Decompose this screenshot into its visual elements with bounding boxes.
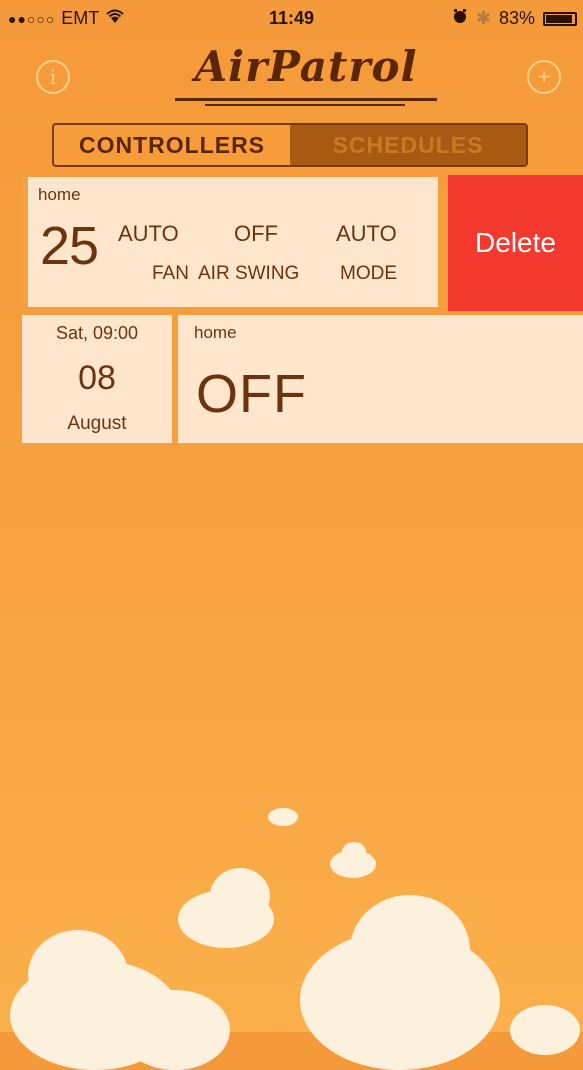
logo-underline [175,98,437,101]
status-right: ✱ 83% [452,8,577,29]
mode-label: MODE [340,263,397,284]
row-edge [22,177,28,307]
schedule-state: OFF [196,364,307,424]
mode-value: AUTO [336,221,397,246]
schedule-month: August [67,413,127,434]
temperature-value: 25 [40,216,99,276]
schedule-weekday-time: Sat, 09:00 [55,323,139,343]
schedule-date[interactable]: Sat, 09:00 08 August [22,315,172,443]
logo-underline-secondary [205,104,405,106]
tab-controllers-label: CONTROLLERS [78,131,266,158]
delete-button[interactable]: Delete [448,175,583,311]
tab-schedules-label: SCHEDULES [332,131,484,158]
cloud-left-extra [120,990,230,1070]
alarm-icon [452,8,468,29]
battery-percent: 83% [498,8,535,28]
info-icon: i [49,65,57,89]
delete-label: Delete [475,227,556,258]
info-button[interactable]: i [36,60,70,94]
cloud-medium-b [210,868,270,924]
app-logo: AirPatrol [175,42,437,106]
plus-icon: + [537,64,551,89]
view-segmented-control: CONTROLLERS SCHEDULES [52,123,528,167]
fan-value: AUTO [118,221,179,246]
logo-text: AirPatrol [194,42,418,91]
cloud-small-2b [342,842,366,862]
bluetooth-icon: ✱ [475,8,491,28]
status-bar: ●●○○○ EMT 11:49 ✱ 83% [0,0,583,36]
fan-label: FAN [152,263,189,284]
cloud-small [268,808,298,826]
schedule-row-swiped[interactable]: home 25 AUTO FAN OFF AIR SWING AUTO MODE [22,177,438,307]
controller-name: home [38,185,81,204]
schedule-row[interactable]: home OFF [178,315,583,443]
cloud-large-right-b [350,895,470,1005]
air-swing-label: AIR SWING [198,263,300,284]
cloud-corner [510,1005,580,1055]
tab-controllers[interactable]: CONTROLLERS [54,125,290,165]
add-button[interactable]: + [527,60,561,94]
schedule-day: 08 [78,359,116,397]
schedule-controller-name: home [194,323,237,342]
tab-schedules[interactable]: SCHEDULES [290,125,526,165]
air-swing-value: OFF [234,221,278,246]
app-header: i AirPatrol + [0,36,583,106]
battery-icon [543,11,577,26]
cloud-large-left-b [28,930,128,1020]
